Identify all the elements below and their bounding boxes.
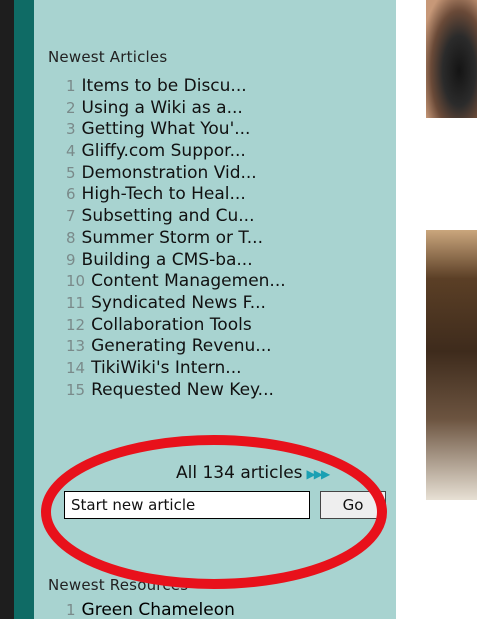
article-number: 2 <box>66 98 76 117</box>
article-number: 4 <box>66 142 76 161</box>
left-teal-stripe <box>14 0 34 619</box>
triple-arrow-right-icon: ▶▶▶ <box>306 467 331 481</box>
article-item[interactable]: 10 Content Managemen... <box>66 271 286 293</box>
article-link[interactable]: Syndicated News F... <box>91 293 266 313</box>
article-link[interactable]: Items to be Discu... <box>82 76 247 96</box>
article-link[interactable]: Generating Revenu... <box>91 336 271 356</box>
all-articles-label[interactable]: All 134 articles <box>176 463 303 483</box>
article-link[interactable]: Subsetting and Cu... <box>82 206 255 226</box>
article-number: 7 <box>66 207 76 226</box>
article-link[interactable]: Content Managemen... <box>91 271 286 291</box>
article-item[interactable]: 2 Using a Wiki as a... <box>66 98 286 120</box>
photo-thumbnail-top <box>426 0 477 118</box>
article-link[interactable]: TikiWiki's Intern... <box>91 358 241 378</box>
article-item[interactable]: 14 TikiWiki's Intern... <box>66 358 286 380</box>
article-link[interactable]: Using a Wiki as a... <box>82 98 243 118</box>
article-item[interactable]: 13 Generating Revenu... <box>66 336 286 358</box>
article-link[interactable]: Gliffy.com Suppor... <box>82 141 246 161</box>
article-number: 12 <box>66 315 86 334</box>
article-item[interactable]: 1 Items to be Discu... <box>66 76 286 98</box>
article-link[interactable]: Getting What You'... <box>82 119 251 139</box>
article-link[interactable]: Collaboration Tools <box>91 315 252 335</box>
go-button[interactable]: Go <box>320 491 386 519</box>
new-article-input[interactable] <box>64 491 310 519</box>
article-number: 3 <box>66 120 76 139</box>
article-number: 5 <box>66 163 76 182</box>
article-number: 10 <box>66 272 86 291</box>
article-item[interactable]: 12 Collaboration Tools <box>66 315 286 337</box>
newest-articles-list: 1 Items to be Discu... 2 Using a Wiki as a… <box>66 76 286 401</box>
resource-link[interactable]: Green Chameleon <box>82 600 235 620</box>
newest-resources-list: 1 Green Chameleon <box>66 600 235 621</box>
article-link[interactable]: Building a CMS-ba... <box>82 250 253 270</box>
article-item[interactable]: 15 Requested New Key... <box>66 380 286 402</box>
article-number: 13 <box>66 337 86 356</box>
article-number: 9 <box>66 250 76 269</box>
article-number: 8 <box>66 228 76 247</box>
article-link[interactable]: Demonstration Vid... <box>82 163 257 183</box>
article-number: 14 <box>66 358 86 377</box>
article-number: 11 <box>66 293 86 312</box>
newest-articles-heading: Newest Articles <box>48 48 168 66</box>
newest-resources-heading: Newest Resources <box>48 576 189 594</box>
all-articles-link[interactable]: All 134 articles ▶▶▶ <box>176 463 331 483</box>
article-item[interactable]: 8 Summer Storm or T... <box>66 228 286 250</box>
article-number: 1 <box>66 77 76 95</box>
article-item[interactable]: 7 Subsetting and Cu... <box>66 206 286 228</box>
left-dark-border <box>0 0 14 619</box>
article-link[interactable]: Requested New Key... <box>91 380 274 400</box>
photo-thumbnail-bottom <box>426 230 477 500</box>
article-link[interactable]: High-Tech to Heal... <box>82 184 246 204</box>
article-link[interactable]: Summer Storm or T... <box>82 228 263 248</box>
resource-number: 1 <box>66 601 76 619</box>
article-item[interactable]: 9 Building a CMS-ba... <box>66 250 286 272</box>
article-number: 6 <box>66 185 76 204</box>
resource-item[interactable]: 1 Green Chameleon <box>66 600 235 621</box>
article-item[interactable]: 11 Syndicated News F... <box>66 293 286 315</box>
article-number: 15 <box>66 380 86 399</box>
article-item[interactable]: 5 Demonstration Vid... <box>66 163 286 185</box>
article-item[interactable]: 3 Getting What You'... <box>66 119 286 141</box>
article-item[interactable]: 6 High-Tech to Heal... <box>66 184 286 206</box>
article-item[interactable]: 4 Gliffy.com Suppor... <box>66 141 286 163</box>
